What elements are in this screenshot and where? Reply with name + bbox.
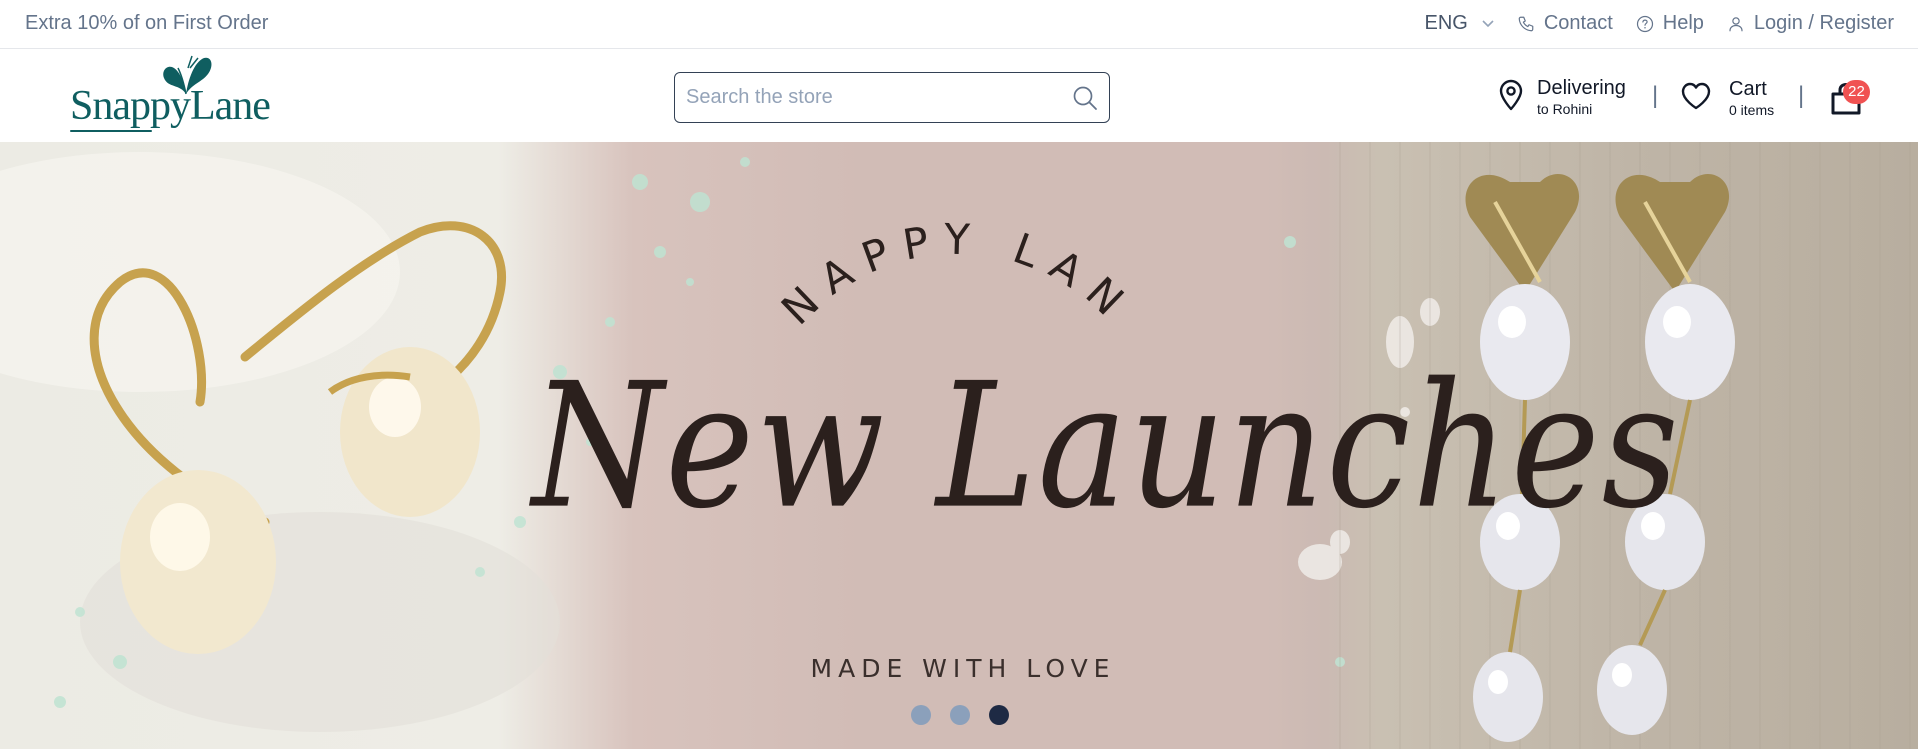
promo-text: Extra 10% of on First Order	[25, 12, 269, 34]
user-icon	[1726, 14, 1746, 34]
location-pin-icon	[1497, 79, 1525, 116]
language-selector[interactable]: ENG	[1425, 12, 1494, 35]
delivering-title: Delivering	[1537, 77, 1626, 99]
cart-text: Cart 0 items	[1729, 77, 1774, 119]
login-label: Login / Register	[1753, 12, 1894, 34]
help-label: Help	[1662, 12, 1704, 34]
contact-label: Contact	[1543, 12, 1613, 34]
carousel-dots	[911, 705, 1009, 725]
search-icon[interactable]	[1072, 85, 1098, 111]
carousel-dot-3[interactable]	[989, 705, 1009, 725]
logo-text: SnappyLane	[70, 83, 271, 129]
contact-link[interactable]: Contact	[1516, 12, 1613, 35]
phone-icon	[1516, 14, 1536, 34]
logo-underline	[70, 130, 152, 132]
search-bar	[674, 72, 1110, 123]
top-bar: Extra 10% of on First Order ENG Contact …	[0, 0, 1918, 49]
divider: |	[1798, 82, 1805, 109]
help-link[interactable]: Help	[1635, 12, 1704, 35]
delivery-location[interactable]: Delivering to Rohini	[1497, 76, 1626, 118]
carousel-dot-1[interactable]	[911, 705, 931, 725]
cart-link[interactable]: Cart 0 items	[1680, 77, 1774, 119]
cart-items: 0 items	[1729, 102, 1775, 118]
site-logo[interactable]: SnappyLane	[70, 54, 280, 136]
cart-title: Cart	[1729, 78, 1767, 100]
top-links: ENG Contact Help Login / Register	[1425, 12, 1895, 35]
cart-count-badge: 22	[1843, 80, 1870, 104]
login-register-link[interactable]: Login / Register	[1726, 12, 1894, 35]
hero-subtitle: MADE WITH LOVE	[810, 654, 1116, 683]
hero-banner[interactable]: SNAPPY LANE New Launches MADE WITH LOVE	[0, 142, 1918, 749]
heart-icon	[1680, 81, 1712, 116]
question-circle-icon	[1635, 14, 1655, 34]
delivering-location: to Rohini	[1537, 101, 1593, 117]
language-label: ENG	[1424, 12, 1468, 34]
search-input[interactable]	[686, 86, 1056, 109]
delivery-text: Delivering to Rohini	[1537, 76, 1626, 118]
main-header: SnappyLane Delivering to Rohini | Cart 0…	[0, 49, 1918, 142]
carousel-dot-2[interactable]	[950, 705, 970, 725]
chevron-down-icon	[1482, 16, 1494, 31]
divider: |	[1652, 82, 1659, 109]
hero-title: New Launches	[532, 346, 1681, 548]
